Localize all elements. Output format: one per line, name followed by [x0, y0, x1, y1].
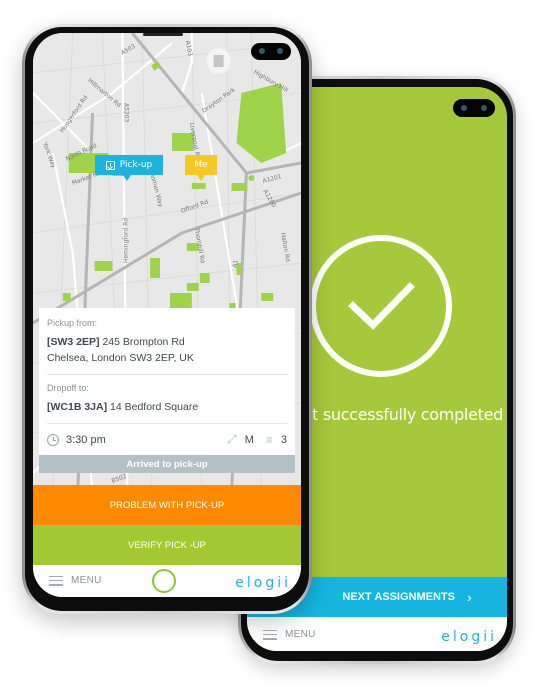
checkmark-icon — [348, 282, 415, 330]
items-count: 3 — [280, 433, 287, 446]
layers-icon: ≡ — [265, 432, 273, 447]
check-circle-icon — [310, 235, 452, 377]
pickup-address: [SW3 2EP] 245 Brompton Rd Chelsea, Londo… — [47, 334, 287, 366]
divider — [47, 423, 287, 424]
menu-button[interactable]: MENU — [263, 629, 316, 640]
expand-icon: ⤢ — [227, 432, 237, 446]
home-button[interactable] — [152, 569, 176, 593]
dropoff-postcode: [WC1B 3JA] — [47, 401, 108, 413]
download-icon — [105, 160, 115, 170]
pickup-label: Pickup from: — [47, 318, 98, 328]
menu-label: MENU — [71, 575, 102, 586]
dropoff-street: 14 Bedford Square — [110, 401, 199, 413]
front-phone: A503 A103 Hillmarton Rd Hungerford Rd No… — [22, 24, 312, 614]
pickup-marker-label: Pick-up — [119, 160, 153, 170]
dropoff-label: Dropoff to: — [47, 383, 89, 393]
back-bottom-nav: MENU elogii — [247, 617, 507, 651]
hamburger-icon — [49, 575, 63, 586]
next-assignments-label: NEXT ASSIGNMENTS — [342, 591, 455, 603]
elogii-logo: elogii — [235, 575, 291, 591]
chevron-right-icon: › — [467, 589, 472, 605]
dropoff-address: [WC1B 3JA] 14 Bedford Square — [47, 399, 287, 415]
arrived-status-button[interactable]: Arrived to pick-up — [39, 455, 295, 473]
front-bottom-nav: MENU elogii — [33, 565, 301, 597]
menu-label: MENU — [285, 629, 316, 640]
me-marker-label: Me — [194, 160, 208, 170]
front-phone-screen: A503 A103 Hillmarton Rd Hungerford Rd No… — [33, 33, 301, 597]
pickup-city: Chelsea, London SW3 2EP, UK — [47, 352, 194, 364]
pickup-postcode: [SW3 2EP] — [47, 336, 100, 348]
street-label: A1 — [232, 259, 240, 268]
verify-pickup-button[interactable]: VERIFY PICK -UP — [33, 525, 301, 565]
me-marker[interactable]: Me — [185, 155, 217, 181]
problem-with-pickup-button[interactable]: PROBLEM WITH PICK-UP — [33, 485, 301, 525]
menu-button[interactable]: MENU — [49, 575, 102, 586]
clock-icon — [47, 433, 59, 446]
assignment-card: Pickup from: [SW3 2EP] 245 Brompton Rd C… — [39, 308, 295, 455]
pickup-time: 3:30 pm — [66, 433, 106, 446]
pickup-street: 245 Brompton Rd — [102, 336, 185, 348]
camera-icon — [251, 43, 291, 60]
speaker-grille — [143, 33, 183, 36]
street-label: A5203 — [122, 103, 129, 123]
assignment-meta: 3:30 pm ⤢ M ≡ 3 — [47, 432, 287, 447]
camera-icon — [453, 99, 495, 117]
divider — [47, 374, 287, 375]
elogii-logo: elogii — [441, 629, 497, 645]
package-size: M — [244, 433, 254, 446]
front-phone-bezel: A503 A103 Hillmarton Rd Hungerford Rd No… — [25, 27, 309, 611]
pickup-marker[interactable]: Pick-up — [95, 155, 163, 181]
hamburger-icon — [263, 629, 277, 640]
street-label: Hemingford Rd — [122, 218, 129, 263]
